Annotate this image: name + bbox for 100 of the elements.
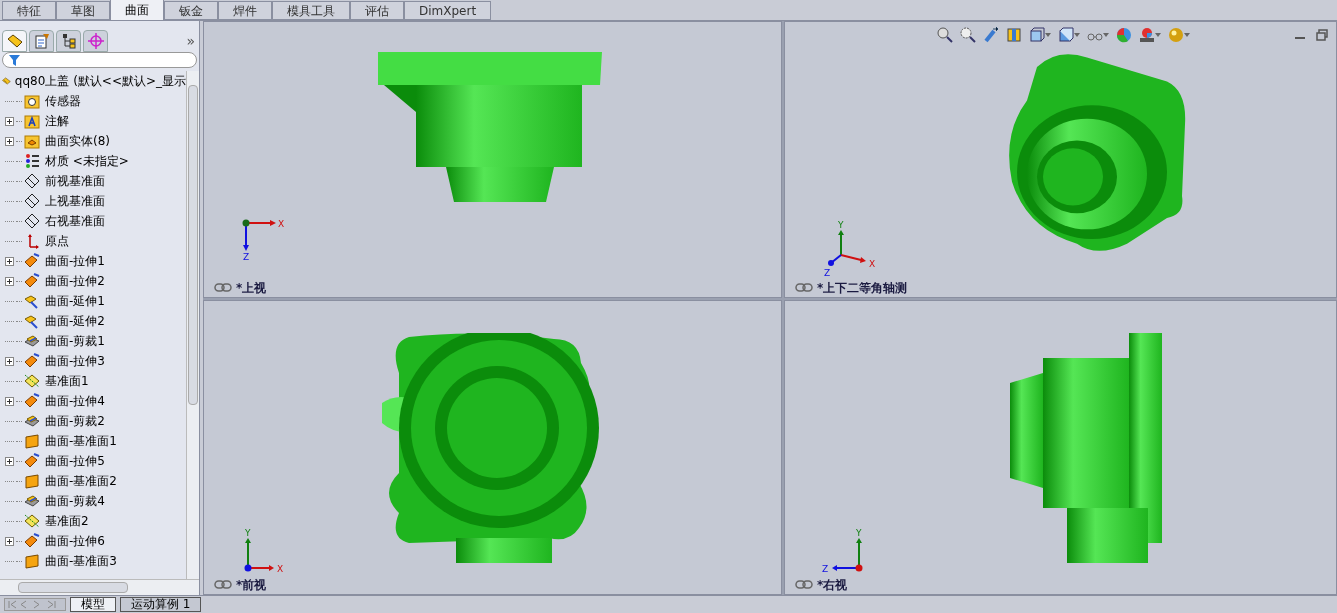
- tree-item[interactable]: 曲面-拉伸3: [45, 352, 105, 370]
- bottom-tab[interactable]: 运动算例 1: [120, 597, 202, 612]
- expand-icon[interactable]: [5, 456, 14, 466]
- caret-icon[interactable]: [1103, 33, 1109, 37]
- tree-item[interactable]: 曲面-剪裁4: [45, 492, 105, 510]
- reference-plane-icon: [24, 513, 40, 529]
- command-tab[interactable]: 模具工具: [272, 1, 350, 20]
- feature-tree-icon: [6, 33, 23, 49]
- expand-icon[interactable]: [5, 116, 14, 126]
- axis-label: Y: [245, 528, 251, 538]
- tree-item[interactable]: 曲面-拉伸1: [45, 252, 105, 270]
- command-tab[interactable]: DimXpert: [404, 1, 492, 20]
- axis-label: X: [278, 219, 285, 229]
- expand-icon[interactable]: [5, 276, 14, 286]
- tree-item[interactable]: 曲面-延伸2: [45, 312, 105, 330]
- panel-tab[interactable]: [56, 30, 81, 52]
- panel-tab[interactable]: [2, 30, 27, 52]
- restore-icon[interactable]: [1316, 29, 1328, 41]
- display-style-icon[interactable]: [1058, 27, 1074, 43]
- tree-item[interactable]: 基准面2: [45, 512, 89, 530]
- expand-icon[interactable]: [5, 536, 14, 546]
- zoom-to-fit-icon[interactable]: [937, 27, 953, 43]
- tree-item[interactable]: 右视基准面: [45, 212, 105, 230]
- plane-icon: [24, 193, 40, 209]
- plane-icon: [24, 173, 40, 189]
- view-orientation-icon[interactable]: [1029, 27, 1045, 43]
- command-tab[interactable]: 焊件: [218, 1, 272, 20]
- scene-icon[interactable]: [1139, 27, 1155, 43]
- extrude-surface-icon: [24, 353, 40, 369]
- link-icon[interactable]: [214, 580, 232, 589]
- tree-item[interactable]: 曲面实体(8): [45, 132, 110, 150]
- reference-plane-icon: [24, 373, 40, 389]
- expand-icon[interactable]: [5, 256, 14, 266]
- view-label: *右视: [817, 576, 848, 594]
- trim-surface-icon: [24, 493, 40, 509]
- tree-item[interactable]: 曲面-基准面3: [45, 552, 117, 570]
- vertical-scrollbar[interactable]: [186, 71, 199, 579]
- link-icon[interactable]: [214, 283, 232, 292]
- filter-icon: [9, 54, 20, 66]
- tree-item[interactable]: 曲面-拉伸6: [45, 532, 105, 550]
- panel-tab[interactable]: [29, 30, 54, 52]
- caret-icon[interactable]: [1074, 33, 1080, 37]
- tree-item[interactable]: 前视基准面: [45, 172, 105, 190]
- tree-item[interactable]: 曲面-拉伸4: [45, 392, 105, 410]
- expand-panel-button[interactable]: »: [186, 34, 195, 52]
- expand-icon[interactable]: [5, 136, 14, 146]
- axis-triad-drawing: [242, 219, 276, 251]
- section-view-icon[interactable]: [1006, 27, 1022, 43]
- command-tab[interactable]: 草图: [56, 1, 110, 20]
- extrude-surface-icon: [24, 393, 40, 409]
- expand-icon[interactable]: [5, 396, 14, 406]
- bodies-folder-icon: [24, 133, 40, 149]
- axis-label: Z: [243, 252, 250, 262]
- caret-icon[interactable]: [1184, 33, 1190, 37]
- caret-icon[interactable]: [1045, 33, 1051, 37]
- axis-label: X: [869, 259, 876, 269]
- extrude-surface-icon: [24, 253, 40, 269]
- horizontal-scrollbar[interactable]: [0, 579, 199, 595]
- tree-item[interactable]: 注解: [45, 112, 69, 130]
- link-icon[interactable]: [795, 283, 813, 292]
- zoom-area-icon[interactable]: [960, 27, 976, 43]
- axis-triad-drawing: [832, 538, 863, 572]
- extrude-surface-icon: [24, 273, 40, 289]
- render-sphere-icon[interactable]: [1168, 27, 1184, 43]
- planar-surface-icon: [24, 433, 40, 449]
- command-tab[interactable]: 曲面: [110, 0, 164, 20]
- expand-icon[interactable]: [5, 356, 14, 366]
- tree-item[interactable]: 曲面-基准面2: [45, 472, 117, 490]
- bottom-tab[interactable]: 模型: [70, 597, 116, 612]
- extend-surface-icon: [24, 313, 40, 329]
- planar-surface-icon: [24, 553, 40, 569]
- configuration-icon: [60, 33, 77, 49]
- axis-label: Z: [822, 564, 829, 574]
- axis-label: X: [277, 564, 284, 574]
- command-tab[interactable]: 钣金: [164, 1, 218, 20]
- command-tab[interactable]: 特征: [2, 1, 56, 20]
- tree-item[interactable]: 上视基准面: [45, 192, 105, 210]
- trim-surface-icon: [24, 333, 40, 349]
- appearance-icon[interactable]: [1116, 27, 1132, 43]
- tree-item[interactable]: 曲面-基准面1: [45, 432, 117, 450]
- tree-item[interactable]: 基准面1: [45, 372, 89, 390]
- tree-item[interactable]: 曲面-剪裁2: [45, 412, 105, 430]
- annotation-folder-icon: [24, 113, 40, 129]
- command-tab[interactable]: 评估: [350, 1, 404, 20]
- view-label: *前视: [236, 576, 267, 594]
- material-icon: [24, 153, 40, 169]
- extend-surface-icon: [24, 293, 40, 309]
- part-name[interactable]: qq80上盖 (默认<<默认>_显示: [14, 72, 186, 90]
- planar-surface-icon: [24, 473, 40, 489]
- tree-item[interactable]: 曲面-拉伸5: [45, 452, 105, 470]
- tree-item[interactable]: 曲面-拉伸2: [45, 272, 105, 290]
- axis-label: Z: [824, 268, 831, 277]
- tree-item[interactable]: 材质 <未指定>: [45, 152, 129, 170]
- link-icon[interactable]: [795, 580, 813, 589]
- tree-item[interactable]: 曲面-剪裁1: [45, 332, 105, 350]
- tree-item[interactable]: 传感器: [45, 92, 81, 110]
- tree-item[interactable]: 曲面-延伸1: [45, 292, 105, 310]
- tree-item[interactable]: 原点: [45, 232, 69, 250]
- filter-field[interactable]: [2, 52, 197, 68]
- caret-icon[interactable]: [1155, 33, 1161, 37]
